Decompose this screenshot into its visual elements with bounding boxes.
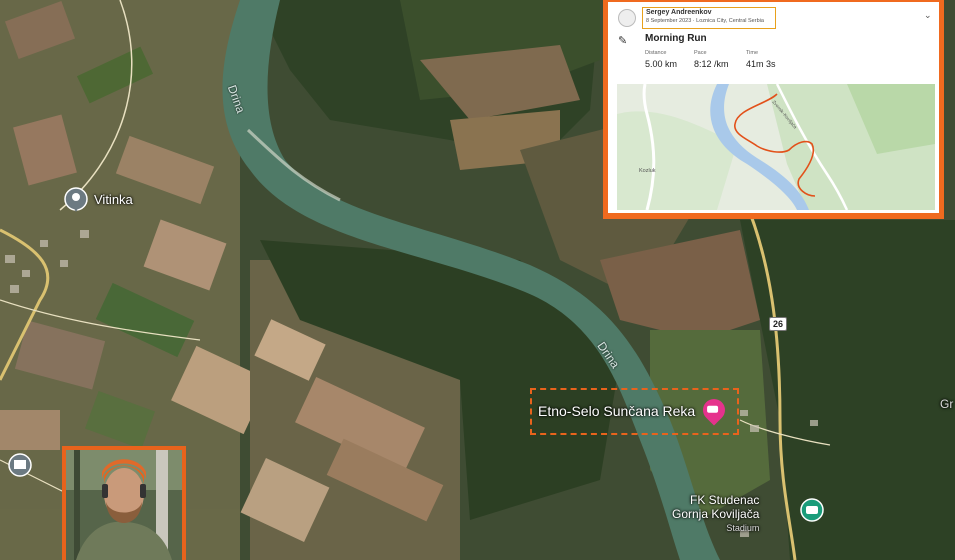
portrait-photo — [66, 450, 182, 560]
activity-date-location: 8 September 2023 · Loznica City, Central… — [646, 18, 764, 24]
stadium-type: Stadium — [726, 523, 760, 533]
avatar-icon[interactable] — [618, 9, 636, 27]
stadium-area: Gornja Koviljača — [672, 507, 760, 521]
activity-card[interactable]: Sergey Andreenkov 8 September 2023 · Loz… — [608, 2, 939, 213]
stat-pace-value: 8:12 /km — [694, 59, 729, 69]
stat-time-value: 41m 3s — [746, 59, 776, 69]
stat-time-label: Time — [746, 50, 759, 56]
shoe-icon: ✎ — [618, 35, 628, 47]
place-label-stadium[interactable]: FK Studenac Gornja Koviljača Stadium — [672, 493, 759, 535]
stat-distance-label: Distance — [645, 50, 667, 56]
chevron-down-icon[interactable]: ⌄ — [924, 10, 932, 21]
mini-map-town-label: Kozluk — [639, 168, 656, 174]
stadium-name: FK Studenac — [690, 493, 760, 507]
road-shield-26: 26 — [769, 317, 788, 331]
place-label-edge: Gr — [940, 397, 954, 411]
stat-pace-label: Pace — [694, 50, 707, 56]
place-label-vitinka[interactable]: Vitinka — [94, 192, 133, 207]
route-mini-map[interactable]: Kozluk Zvornik–Koviljača — [617, 84, 935, 210]
stat-distance-value: 5.00 km — [645, 59, 678, 69]
landmark-pin-icon — [8, 453, 32, 477]
stadium-pin-icon — [800, 498, 824, 522]
athlete-name[interactable]: Sergey Andreenkov — [646, 9, 712, 16]
activity-title[interactable]: Morning Run — [645, 33, 707, 44]
place-label-hotel[interactable]: Etno-Selo Sunčana Reka — [538, 403, 695, 419]
